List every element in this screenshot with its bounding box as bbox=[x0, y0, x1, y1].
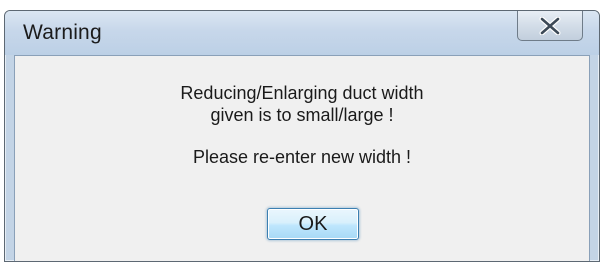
dialog-content: Reducing/Enlarging duct width given is t… bbox=[14, 55, 590, 261]
close-icon bbox=[539, 16, 561, 35]
warning-dialog: Warning Reducing/Enlarging duct width gi… bbox=[4, 10, 600, 262]
message-line-1: Reducing/Enlarging duct width bbox=[180, 83, 424, 103]
message-line-3: Please re-enter new width ! bbox=[192, 147, 412, 167]
title-bar[interactable]: Warning bbox=[5, 11, 599, 55]
close-button[interactable] bbox=[517, 11, 583, 41]
ok-button[interactable]: OK bbox=[267, 208, 359, 240]
window-title: Warning bbox=[23, 21, 102, 44]
message-line-2: given is to small/large ! bbox=[210, 105, 394, 125]
